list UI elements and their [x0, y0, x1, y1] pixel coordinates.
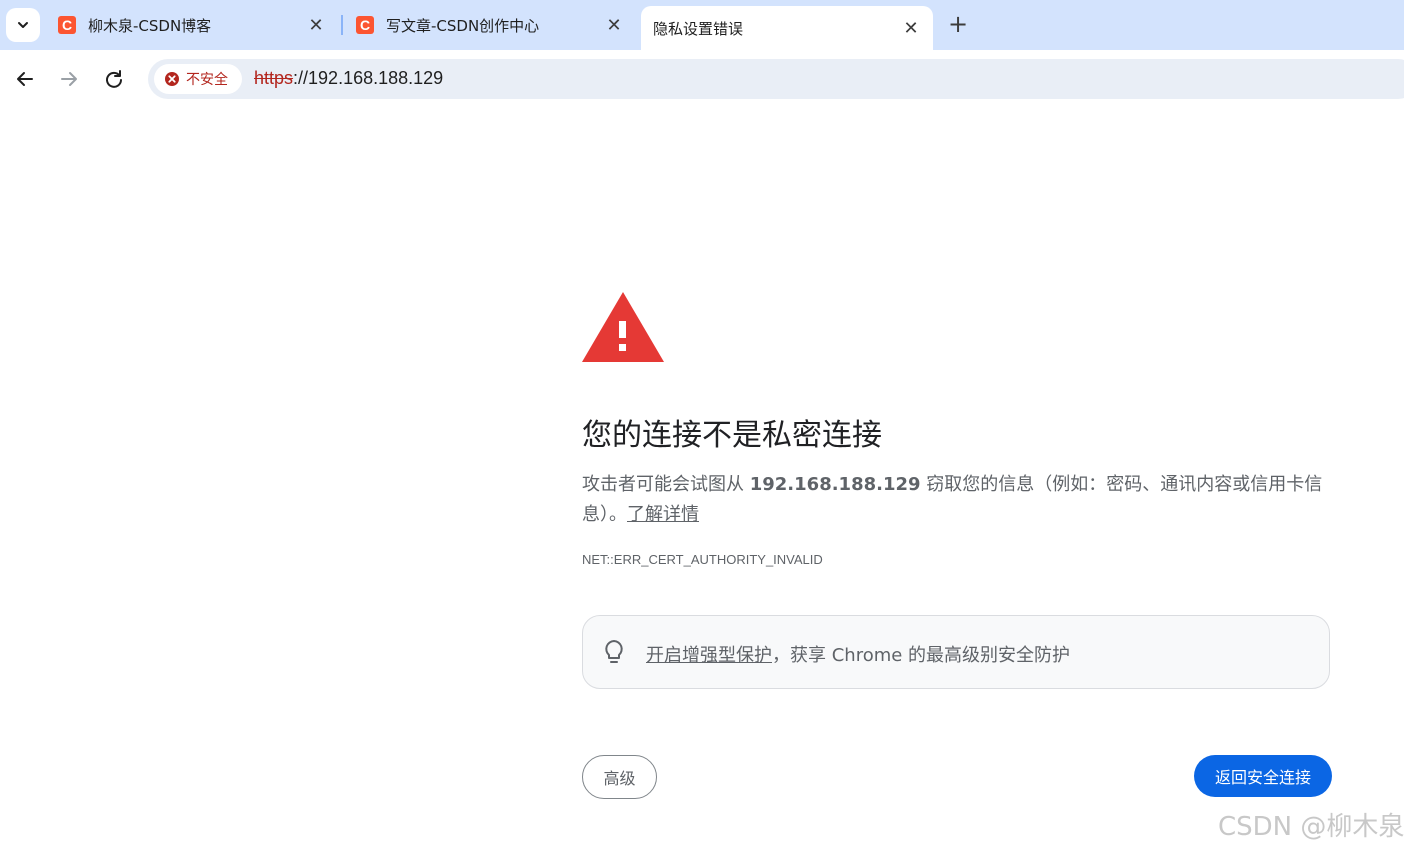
- csdn-icon: C: [356, 16, 374, 34]
- url-text[interactable]: https://192.168.188.129: [254, 68, 443, 89]
- tab-title: 柳木泉-CSDN博客: [88, 16, 212, 35]
- tab-privacy-error[interactable]: 隐私设置错误 ✕: [641, 6, 933, 50]
- tab-title: 写文章-CSDN创作中心: [386, 16, 540, 35]
- arrow-left-icon: [17, 72, 33, 86]
- tab-title: 隐私设置错误: [653, 19, 744, 38]
- tab-strip: C 柳木泉-CSDN博客 ✕ C 写文章-CSDN创作中心 ✕ 隐私设置错误 ✕…: [0, 0, 1404, 50]
- arrow-right-icon: [61, 72, 77, 86]
- page-title: 您的连接不是私密连接: [582, 418, 882, 453]
- back-button[interactable]: [10, 64, 40, 94]
- csdn-icon: C: [58, 16, 76, 34]
- chevron-down-icon: [18, 22, 28, 28]
- close-icon[interactable]: ✕: [602, 13, 626, 37]
- new-tab-button[interactable]: +: [944, 10, 972, 38]
- desc-host: 192.168.188.129: [749, 474, 921, 495]
- warning-triangle-icon: [582, 292, 664, 362]
- security-indicator[interactable]: 不安全: [154, 64, 242, 94]
- back-to-safety-button[interactable]: 返回安全连接: [1194, 755, 1332, 797]
- tab-csdn-editor[interactable]: C 写文章-CSDN创作中心 ✕: [346, 6, 636, 44]
- close-icon[interactable]: ✕: [304, 13, 328, 37]
- advanced-button[interactable]: 高级: [582, 755, 657, 799]
- tab-search-button[interactable]: [6, 8, 40, 42]
- enhanced-protection-text: 开启增强型保护，获享 Chrome 的最高级别安全防护: [646, 641, 1070, 667]
- close-icon[interactable]: ✕: [899, 16, 923, 40]
- enhanced-protection-link[interactable]: 开启增强型保护: [646, 645, 772, 666]
- watermark: CSDN @柳木泉: [1218, 812, 1404, 842]
- enhanced-protection-promo: 开启增强型保护，获享 Chrome 的最高级别安全防护: [582, 615, 1330, 689]
- tab-divider: [341, 15, 343, 35]
- desc-prefix: 攻击者可能会试图从: [582, 474, 750, 495]
- address-bar[interactable]: 不安全 https://192.168.188.129: [148, 59, 1404, 99]
- url-scheme: https: [254, 68, 294, 88]
- not-secure-icon: [165, 72, 179, 86]
- reload-button[interactable]: [99, 64, 129, 94]
- toolbar: 不安全 https://192.168.188.129: [0, 50, 1404, 108]
- error-code: NET::ERR_CERT_AUTHORITY_INVALID: [582, 552, 823, 567]
- reload-icon: [106, 70, 122, 88]
- tab-csdn-blog[interactable]: C 柳木泉-CSDN博客 ✕: [48, 6, 338, 44]
- enhanced-protection-suffix: ，获享 Chrome 的最高级别安全防护: [772, 645, 1071, 666]
- forward-button[interactable]: [54, 64, 84, 94]
- url-host: ://192.168.188.129: [293, 68, 444, 88]
- learn-more-link[interactable]: 了解详情: [627, 504, 699, 525]
- not-secure-label: 不安全: [186, 72, 228, 88]
- warning-description: 攻击者可能会试图从 192.168.188.129 窃取您的信息（例如：密码、通…: [582, 470, 1327, 530]
- lightbulb-icon: [605, 640, 623, 663]
